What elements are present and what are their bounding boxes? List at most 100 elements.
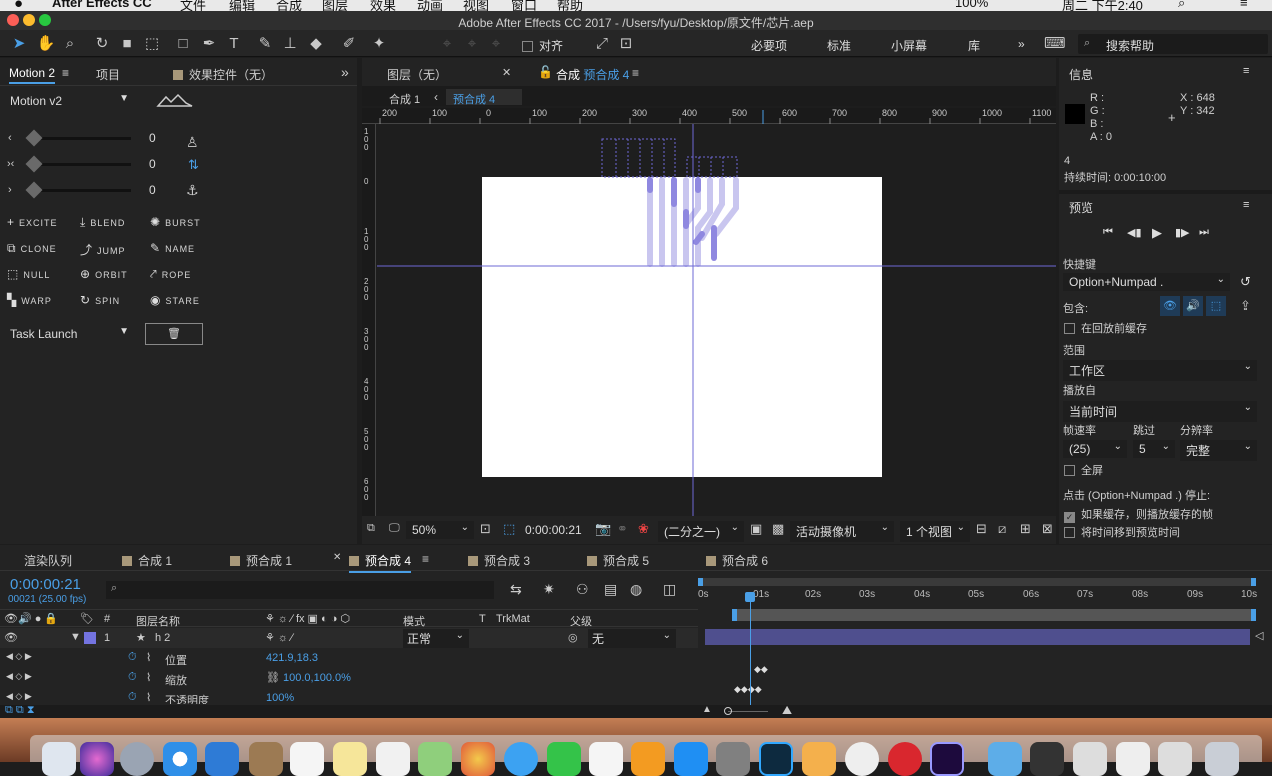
warp-button[interactable]: ▚ WARP [7, 293, 52, 307]
zoom-out-icon[interactable]: ▲ [702, 704, 712, 715]
slider-track[interactable] [33, 189, 131, 192]
netease-music-icon[interactable] [888, 742, 922, 776]
export-icon[interactable]: ⇪ [1240, 298, 1251, 314]
draft-3d-icon[interactable]: ✷ [543, 581, 555, 598]
resolution-dropdown[interactable]: (二分之一) ⌄ [658, 521, 744, 542]
stopwatch-icon[interactable]: ⏱ [128, 671, 137, 684]
menu-edit[interactable]: 编辑 [229, 0, 255, 11]
constrain-link-icon[interactable]: ⛓ [266, 671, 280, 684]
roi-icon[interactable]: ▣ [750, 521, 762, 537]
folder-icon[interactable] [988, 742, 1022, 776]
zoom-slider-handle[interactable] [724, 707, 732, 715]
tab-menu-icon[interactable]: ≡ [422, 552, 429, 566]
layer-switches-icon[interactable]: ⚘ ☼ ∕ [265, 631, 293, 644]
tab-precomp1[interactable]: 预合成 1 [230, 552, 292, 569]
stare-button[interactable]: ◉ STARE [150, 293, 200, 307]
slider-value[interactable]: 0 [149, 131, 156, 145]
viewer-timecode[interactable]: 0:00:00:21 [525, 523, 582, 537]
photos-icon[interactable] [461, 742, 495, 776]
sketch-icon[interactable] [802, 742, 836, 776]
tab-precomp5[interactable]: 预合成 5 [587, 552, 649, 569]
flowchart-icon[interactable]: ⊠ [1042, 521, 1053, 537]
fullscreen-checkbox[interactable]: 全屏 [1064, 462, 1103, 478]
tab-layer-none[interactable]: 图层（无） [387, 66, 447, 83]
rotate-tool-icon[interactable]: ↻ [92, 34, 112, 54]
table-row[interactable]: 👁 ▼ 1 ★ h 2 ⚘ ☼ ∕ 正常 ⌄ ◎ 无 ⌄ [0, 628, 698, 648]
work-area-end[interactable] [1251, 609, 1256, 621]
move-time-checkbox[interactable]: 将时间移到预览时间 [1064, 524, 1180, 540]
overlay-toggle-icon[interactable]: ⬚ [1206, 296, 1226, 316]
prev-frame-icon[interactable]: ◀▮ [1127, 226, 1142, 239]
menu-app[interactable]: After Effects CC [52, 0, 152, 10]
play-icon[interactable]: ▶ [1152, 225, 1162, 241]
excite-button[interactable]: + EXCITE [7, 215, 58, 229]
graph-icon[interactable]: ⌇ [146, 651, 151, 664]
shortcut-dropdown[interactable]: Option+Numpad . ⌄ [1063, 273, 1230, 291]
playhead-handle[interactable] [745, 592, 755, 602]
tab-effect-controls[interactable]: 效果控件（无） [173, 66, 273, 83]
snap-edge-icon[interactable]: ⤢ [592, 34, 612, 54]
time-navigator[interactable] [698, 578, 1256, 586]
breadcrumb[interactable]: 预合成 4 [446, 89, 522, 106]
tab-precomp3[interactable]: 预合成 3 [468, 552, 530, 569]
keyframe-nav-icon[interactable]: ◀ ◇ ▶ [6, 651, 32, 662]
menu-composition[interactable]: 合成 [276, 0, 302, 11]
panel-overflow-icon[interactable]: » [341, 64, 349, 80]
video-toggle-icon[interactable]: 👁 [1160, 296, 1180, 316]
anchor-icon[interactable]: ⚓ [186, 182, 199, 199]
time-graph[interactable]: 0s 01s 02s 03s 04s 05s 06s 07s 08s 09s 1… [698, 575, 1258, 714]
graph-icon[interactable]: ⌇ [146, 671, 151, 684]
mail-icon[interactable] [205, 742, 239, 776]
layer-search-input[interactable]: ⌕ [106, 581, 494, 599]
calendar-icon[interactable] [290, 742, 324, 776]
null-button[interactable]: ⬚ NULL [7, 267, 50, 281]
blend-button[interactable]: ⤓ BLEND [80, 215, 125, 230]
monitor-icon[interactable]: 🖵 [389, 522, 400, 535]
last-frame-icon[interactable]: ⏭ [1199, 226, 1209, 239]
layer-name[interactable]: h 2 [155, 632, 170, 644]
lock-icon[interactable]: 🔓 [538, 65, 553, 79]
facetime-icon[interactable] [547, 742, 581, 776]
timeline-link-icon[interactable]: ⊞ [1020, 521, 1031, 537]
safari-icon[interactable] [163, 742, 197, 776]
slider-track[interactable] [33, 137, 131, 140]
tab-motion[interactable]: Motion 2 [9, 66, 56, 84]
keyframe-icon[interactable]: ◆◆◆◆ [734, 684, 762, 695]
jump-button[interactable]: ⤴ JUMP [80, 241, 126, 258]
keyframe-nav-icon[interactable]: ◀ ◇ ▶ [6, 671, 32, 682]
graph-editor-icon[interactable]: ◫ [663, 581, 676, 598]
table-row[interactable]: ◀ ◇ ▶ ⏱ ⌇ 缩放 ⛓ 100.0,100.0% [0, 668, 698, 688]
orbit-button[interactable]: ⊕ ORBIT [80, 267, 128, 281]
tab-menu-icon[interactable]: ≡ [632, 66, 639, 80]
next-frame-icon[interactable]: ▮▶ [1175, 226, 1190, 239]
minimize-window-button[interactable] [23, 14, 35, 26]
breadcrumb-comp1[interactable]: 合成 1 [389, 91, 420, 107]
reset-icon[interactable]: ↺ [1240, 274, 1251, 290]
layer-duration-bar[interactable] [705, 629, 1250, 645]
maps-icon[interactable] [418, 742, 452, 776]
eraser-tool-icon[interactable]: ◆ [306, 34, 326, 54]
help-search-field[interactable]: ⌕ 搜索帮助 [1078, 34, 1268, 54]
menu-effect[interactable]: 效果 [370, 0, 396, 11]
cache-checkbox[interactable]: 在回放前缓存 [1064, 320, 1147, 336]
name-button[interactable]: ✎ NAME [150, 241, 195, 255]
zoom-slider[interactable] [728, 711, 768, 712]
pen-tool-icon[interactable]: ✒ [199, 34, 219, 54]
menu-list-icon[interactable]: ≡ [1240, 0, 1248, 10]
swap-arrows-icon[interactable]: ⇅ [188, 157, 199, 173]
app-store-icon[interactable] [674, 742, 708, 776]
slider-handle[interactable] [25, 129, 43, 147]
blend-mode-dropdown[interactable]: 正常 ⌄ [403, 629, 469, 648]
tab-menu-icon[interactable]: ≡ [62, 66, 69, 80]
trash-icon[interactable] [1205, 742, 1239, 776]
task-launch-dropdown[interactable]: Task Launch ▼ [4, 325, 134, 343]
trash-button[interactable]: 🗑 [145, 323, 203, 345]
snap-grid-icon[interactable]: ⊡ [616, 34, 636, 54]
graph-icon[interactable]: ⌇ [146, 691, 151, 704]
skip-dropdown[interactable]: 5 ⌄ [1133, 440, 1175, 458]
launchpad-icon[interactable] [120, 742, 154, 776]
pickwhip-icon[interactable]: ◎ [568, 631, 578, 644]
close-window-button[interactable] [7, 14, 19, 26]
rocket-icon[interactable]: ♙ [186, 134, 199, 151]
tab-comp1[interactable]: 合成 1 [122, 552, 172, 569]
